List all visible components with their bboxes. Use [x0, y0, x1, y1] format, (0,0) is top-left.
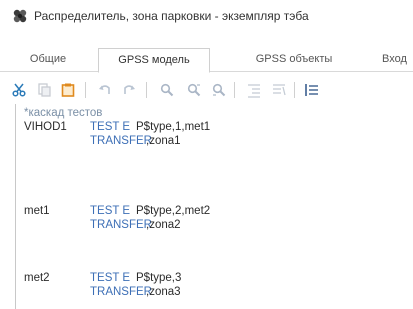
- toolbar-separator: [146, 82, 147, 98]
- copy-button[interactable]: [33, 79, 55, 101]
- tab-general[interactable]: Общие: [16, 48, 80, 72]
- paste-button[interactable]: [57, 79, 79, 101]
- undo-button[interactable]: [94, 79, 116, 101]
- find-button[interactable]: [156, 79, 178, 101]
- code-operand: ,zona1: [146, 135, 181, 147]
- objects-app-icon: [12, 8, 28, 24]
- window-title: Распределитель, зона парковки - экземпля…: [34, 9, 309, 23]
- toolbar-separator: [85, 82, 86, 98]
- code-operator: TRANSFER: [90, 286, 152, 298]
- code-operand: P$type,1,met1: [136, 121, 211, 133]
- paste-icon: [61, 83, 75, 97]
- cut-button[interactable]: [8, 79, 30, 101]
- tab-input[interactable]: Вход: [382, 48, 413, 72]
- code-comment: *каскад тестов: [24, 107, 103, 119]
- code-operator: TRANSFER: [90, 135, 152, 147]
- code-operator: TEST E: [90, 205, 131, 217]
- redo-icon: [124, 85, 135, 94]
- find-icon: [160, 83, 174, 97]
- tab-gpss-model[interactable]: GPSS модель: [98, 48, 210, 73]
- code-editor[interactable]: *каскад тестов VIHOD1 TEST E P$type,1,me…: [0, 104, 413, 309]
- code-operand: P$type,3: [136, 272, 182, 284]
- window-titlebar: Распределитель, зона парковки - экземпля…: [0, 0, 413, 32]
- tab-gpss-objects[interactable]: GPSS объекты: [244, 48, 344, 72]
- code-operator: TEST E: [90, 121, 131, 133]
- indent-button[interactable]: [243, 79, 265, 101]
- code-operator: TRANSFER: [90, 219, 152, 231]
- code-label: met1: [24, 205, 50, 217]
- tab-bar: Общие GPSS модель GPSS объекты Вход: [0, 48, 413, 73]
- redo-button[interactable]: [118, 79, 140, 101]
- code-operand: ,zona2: [146, 219, 181, 231]
- toolbar-separator: [234, 82, 235, 98]
- code-label: VIHOD1: [24, 121, 67, 133]
- undo-icon: [99, 85, 110, 94]
- code-label: met2: [24, 272, 50, 284]
- outdent-button[interactable]: [268, 79, 290, 101]
- align-button[interactable]: [301, 79, 323, 101]
- find-next-icon: [187, 83, 201, 97]
- editor-gutter-line: [15, 104, 16, 309]
- code-operand: P$type,2,met2: [136, 205, 211, 217]
- outdent-icon: [273, 84, 286, 96]
- indent-icon: [248, 84, 260, 98]
- find-next-button[interactable]: [183, 79, 205, 101]
- align-icon: [305, 84, 318, 96]
- code-operand: ,zona3: [146, 286, 181, 298]
- editor-toolbar: [0, 77, 413, 103]
- find-prev-button[interactable]: [208, 79, 230, 101]
- toolbar-separator: [294, 82, 295, 98]
- cut-icon: [12, 83, 26, 97]
- copy-icon: [38, 83, 51, 97]
- find-prev-icon: [212, 83, 226, 97]
- code-operator: TEST E: [90, 272, 131, 284]
